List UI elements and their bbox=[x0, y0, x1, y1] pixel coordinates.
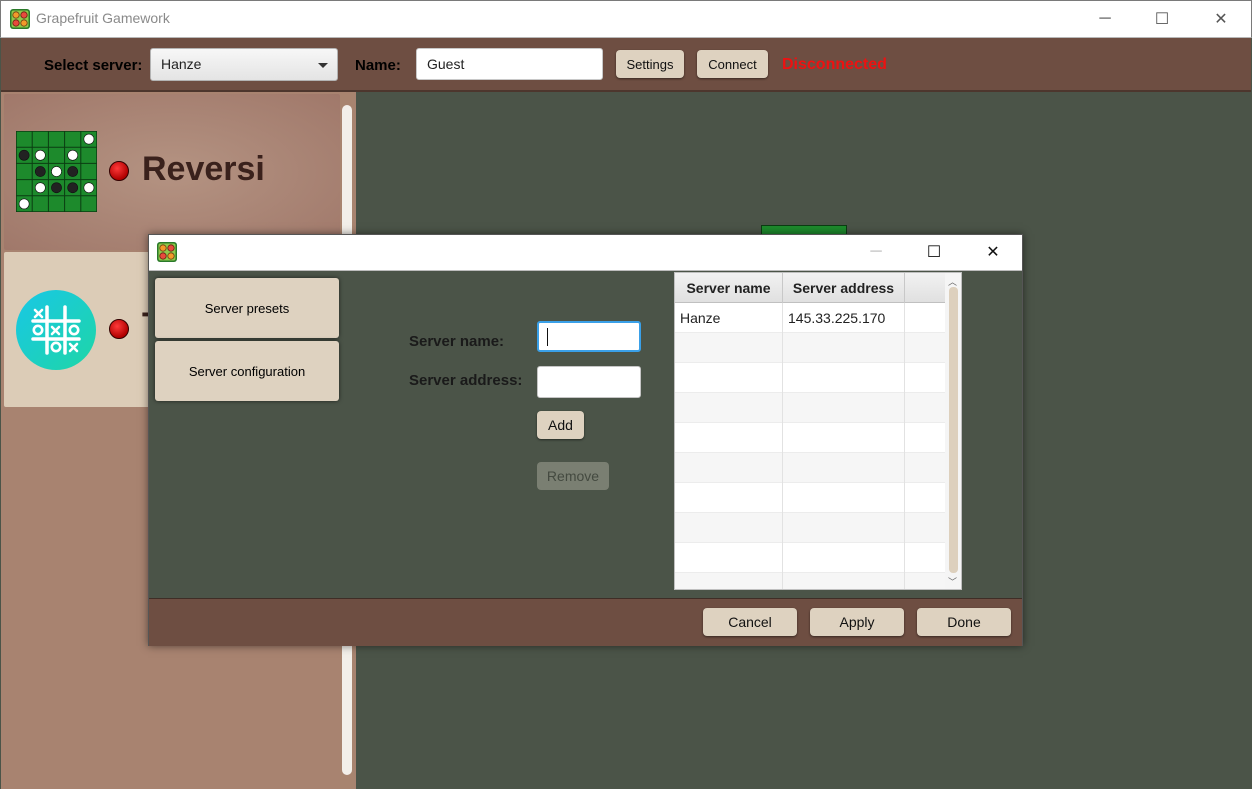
settings-button[interactable]: Settings bbox=[616, 50, 684, 78]
server-table: Server name Server address Hanze 145.33.… bbox=[674, 272, 962, 590]
done-button[interactable]: Done bbox=[917, 608, 1011, 636]
maximize-button[interactable]: ☐ bbox=[1133, 0, 1191, 38]
table-empty-cell bbox=[675, 453, 783, 483]
minimize-icon: ─ bbox=[870, 243, 882, 260]
table-empty-cell bbox=[905, 393, 945, 423]
table-empty-row bbox=[675, 543, 945, 573]
name-input-value: Guest bbox=[427, 56, 465, 72]
table-empty-cell bbox=[905, 453, 945, 483]
server-name-input[interactable] bbox=[537, 321, 641, 352]
column-header-server-address[interactable]: Server address bbox=[783, 273, 905, 303]
table-empty-cell bbox=[675, 543, 783, 573]
reversi-board-icon bbox=[16, 131, 97, 212]
close-icon: ✕ bbox=[1214, 11, 1228, 28]
dialog-maximize-button[interactable]: ☐ bbox=[905, 235, 963, 269]
tic-tac-toe-icon bbox=[16, 290, 96, 370]
minimize-icon: ─ bbox=[1099, 10, 1111, 27]
connect-button[interactable]: Connect bbox=[697, 50, 768, 78]
tab-server-presets[interactable]: Server presets bbox=[155, 278, 339, 338]
add-button[interactable]: Add bbox=[537, 411, 584, 439]
reversi-status-indicator bbox=[109, 161, 129, 181]
connection-status: Disconnected bbox=[782, 56, 887, 73]
table-empty-cell bbox=[905, 513, 945, 543]
table-empty-cell bbox=[675, 363, 783, 393]
apply-button[interactable]: Apply bbox=[810, 608, 904, 636]
table-empty-row bbox=[675, 333, 945, 363]
table-empty-cell bbox=[905, 543, 945, 573]
table-empty-row bbox=[675, 363, 945, 393]
table-empty-cell bbox=[905, 483, 945, 513]
cell-server-name: Hanze bbox=[675, 303, 783, 333]
remove-button[interactable]: Remove bbox=[537, 462, 609, 490]
close-icon: ✕ bbox=[986, 244, 1000, 261]
tic-tac-toe-status-indicator bbox=[109, 319, 129, 339]
cancel-button[interactable]: Cancel bbox=[703, 608, 797, 636]
table-header: Server name Server address bbox=[675, 273, 945, 303]
table-empty-row bbox=[675, 573, 945, 589]
name-label: Name: bbox=[355, 57, 401, 74]
server-address-label: Server address: bbox=[409, 372, 523, 389]
app-logo-icon bbox=[10, 9, 30, 29]
column-header-server-name[interactable]: Server name bbox=[675, 273, 783, 303]
cell-server-address: 145.33.225.170 bbox=[783, 303, 905, 333]
main-titlebar bbox=[0, 0, 1252, 38]
table-empty-cell bbox=[675, 483, 783, 513]
dialog-minimize-button[interactable]: ─ bbox=[847, 235, 905, 269]
table-scroll-thumb[interactable] bbox=[949, 287, 958, 573]
table-empty-cell bbox=[675, 573, 783, 589]
server-select[interactable]: Hanze bbox=[150, 48, 338, 81]
window-title: Grapefruit Gamework bbox=[36, 10, 170, 26]
table-empty-row bbox=[675, 393, 945, 423]
table-empty-cell bbox=[783, 513, 905, 543]
table-scrollbar[interactable]: ︿ ﹀ bbox=[945, 273, 961, 589]
server-name-label: Server name: bbox=[409, 333, 505, 350]
table-empty-cell bbox=[905, 573, 945, 589]
server-address-input[interactable] bbox=[537, 366, 641, 398]
maximize-icon: ☐ bbox=[926, 244, 942, 261]
table-empty-row bbox=[675, 453, 945, 483]
table-empty-cell bbox=[675, 393, 783, 423]
table-empty-cell bbox=[783, 363, 905, 393]
table-empty-cell bbox=[783, 483, 905, 513]
close-button[interactable]: ✕ bbox=[1192, 0, 1250, 38]
table-empty-cell bbox=[783, 333, 905, 363]
dialog-app-icon bbox=[157, 242, 177, 262]
select-server-label: Select server: bbox=[44, 57, 143, 74]
reversi-title: Reversi bbox=[142, 150, 265, 188]
dialog-close-button[interactable]: ✕ bbox=[964, 235, 1022, 269]
table-empty-cell bbox=[783, 453, 905, 483]
table-empty-cell bbox=[675, 513, 783, 543]
table-empty-row bbox=[675, 513, 945, 543]
text-cursor bbox=[547, 328, 548, 346]
table-empty-cell bbox=[783, 543, 905, 573]
tab-server-configuration[interactable]: Server configuration bbox=[155, 341, 339, 401]
column-header-filler bbox=[905, 273, 945, 303]
table-empty-cell bbox=[783, 393, 905, 423]
server-select-value: Hanze bbox=[161, 56, 202, 72]
table-empty-cell bbox=[905, 363, 945, 393]
name-input[interactable]: Guest bbox=[416, 48, 603, 80]
table-empty-cell bbox=[675, 333, 783, 363]
chevron-down-icon[interactable]: ﹀ bbox=[948, 575, 957, 588]
table-empty-cell bbox=[783, 573, 905, 589]
table-empty-row bbox=[675, 483, 945, 513]
chevron-down-icon bbox=[318, 63, 328, 68]
maximize-icon: ☐ bbox=[1154, 11, 1170, 28]
table-empty-cell bbox=[905, 333, 945, 363]
minimize-button[interactable]: ─ bbox=[1076, 0, 1134, 38]
table-empty-cell bbox=[783, 423, 905, 453]
table-row[interactable]: Hanze 145.33.225.170 bbox=[675, 303, 945, 333]
table-cell-filler bbox=[905, 303, 945, 333]
table-empty-row bbox=[675, 423, 945, 453]
table-empty-cell bbox=[905, 423, 945, 453]
table-empty-cell bbox=[675, 423, 783, 453]
